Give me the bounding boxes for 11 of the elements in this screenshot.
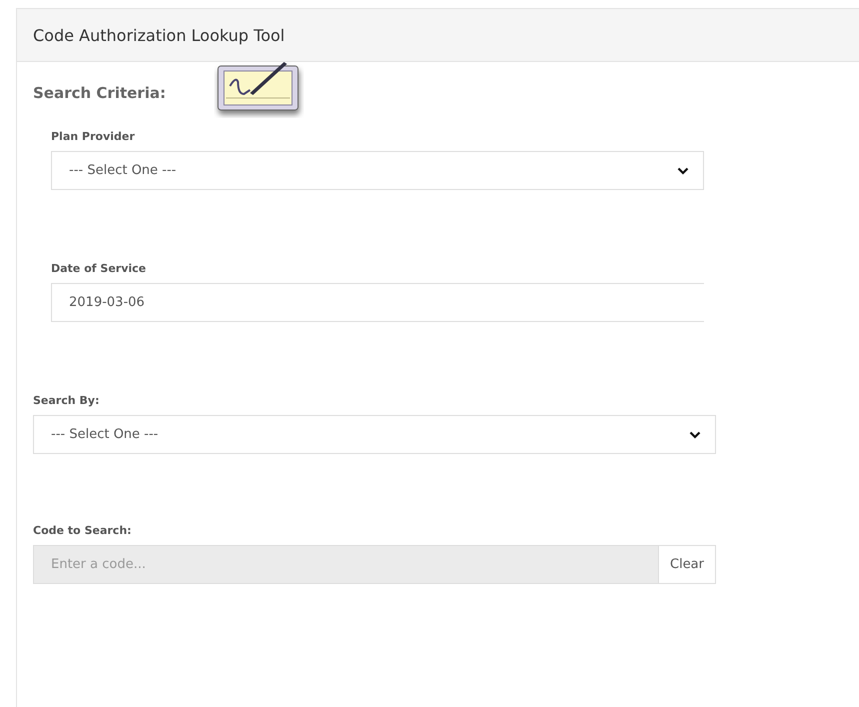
chevron-down-icon	[689, 430, 701, 438]
date-field[interactable]: 2019-03-06	[51, 283, 704, 322]
section-heading: Search Criteria:	[33, 84, 166, 102]
select-field[interactable]: --- Select One ---	[33, 415, 716, 454]
field-label: Code to Search:	[33, 524, 132, 537]
select-field[interactable]: --- Select One ---	[51, 151, 704, 190]
field-label: Search By:	[33, 394, 100, 407]
panel-title: Code Authorization Lookup Tool	[17, 9, 859, 62]
field-label: Plan Provider	[51, 130, 136, 143]
chevron-down-icon	[677, 166, 689, 174]
field-label: Date of Service	[51, 262, 148, 275]
